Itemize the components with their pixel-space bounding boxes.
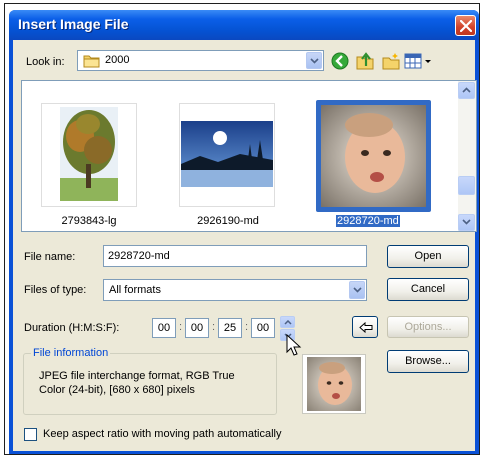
keep-aspect-label[interactable]: Keep aspect ratio with moving path autom… — [43, 428, 281, 440]
keep-aspect-checkbox[interactable] — [24, 428, 37, 441]
look-in-label: Look in: — [26, 56, 65, 68]
browse-button[interactable]: Browse... — [387, 350, 469, 373]
file-list-scrollbar[interactable] — [458, 81, 476, 231]
file-item-label-selected: 2928720-md — [336, 215, 400, 227]
chevron-up-icon — [284, 320, 292, 325]
up-folder-icon[interactable] — [355, 51, 375, 71]
file-type-value: All formats — [109, 284, 161, 296]
close-button[interactable] — [455, 15, 476, 36]
chevron-down-icon — [310, 58, 319, 64]
duration-hours-field[interactable]: 00 — [152, 318, 176, 338]
file-item[interactable] — [179, 103, 275, 207]
new-folder-icon[interactable] — [381, 51, 401, 71]
scroll-thumb[interactable] — [458, 176, 475, 195]
look-in-dropdown[interactable]: 2000 — [77, 50, 324, 71]
duration-separator: : — [179, 321, 183, 333]
open-button[interactable]: Open — [387, 245, 469, 268]
back-icon[interactable] — [330, 51, 350, 71]
chevron-down-icon — [462, 219, 471, 225]
file-thumbnail — [181, 121, 273, 187]
look-in-value: 2000 — [105, 54, 130, 66]
duration-label: Duration (H:M:S:F): — [24, 322, 120, 334]
scroll-up-button[interactable] — [458, 82, 475, 99]
file-item[interactable] — [41, 103, 137, 207]
file-thumbnail — [60, 107, 118, 201]
file-item-label: 2793843-lg — [61, 215, 117, 227]
view-menu-icon[interactable] — [404, 52, 434, 70]
options-button[interactable]: Options... — [387, 316, 469, 338]
file-name-field[interactable]: 2928720-md — [103, 245, 367, 267]
file-info-text: JPEG file interchange format, RGB True C… — [39, 369, 271, 397]
file-info-title: File information — [31, 347, 111, 359]
file-thumbnail — [321, 105, 426, 207]
duration-frames-field[interactable]: 00 — [251, 318, 275, 338]
duration-separator: : — [212, 321, 216, 333]
file-type-label: Files of type: — [24, 284, 87, 296]
chevron-up-icon — [462, 87, 471, 93]
duration-separator: : — [245, 321, 249, 333]
duration-seconds-field[interactable]: 25 — [218, 318, 242, 338]
file-info-line: Color (24-bit), [680 x 680] pixels — [39, 384, 195, 396]
look-in-dropdown-button[interactable] — [306, 52, 322, 69]
file-info-line: JPEG file interchange format, RGB True — [39, 370, 235, 382]
duration-minutes-field[interactable]: 00 — [185, 318, 209, 338]
file-type-dropdown[interactable]: All formats — [103, 279, 367, 301]
apply-duration-button[interactable] — [352, 316, 378, 338]
file-item-label: 2926190-md — [197, 215, 259, 227]
arrow-left-icon — [359, 322, 373, 333]
file-item-selected[interactable] — [316, 100, 431, 212]
cancel-button[interactable]: Cancel — [387, 278, 469, 301]
window-title: Insert Image File — [18, 16, 129, 32]
folder-icon — [83, 55, 100, 68]
file-name-label: File name: — [24, 251, 76, 263]
file-type-dropdown-button[interactable] — [349, 281, 365, 299]
preview-thumbnail — [307, 357, 361, 411]
image-preview — [302, 354, 366, 414]
chevron-down-icon — [353, 287, 362, 293]
close-icon — [460, 20, 472, 32]
duration-spin-up[interactable] — [280, 316, 295, 328]
scroll-down-button[interactable] — [458, 214, 475, 231]
